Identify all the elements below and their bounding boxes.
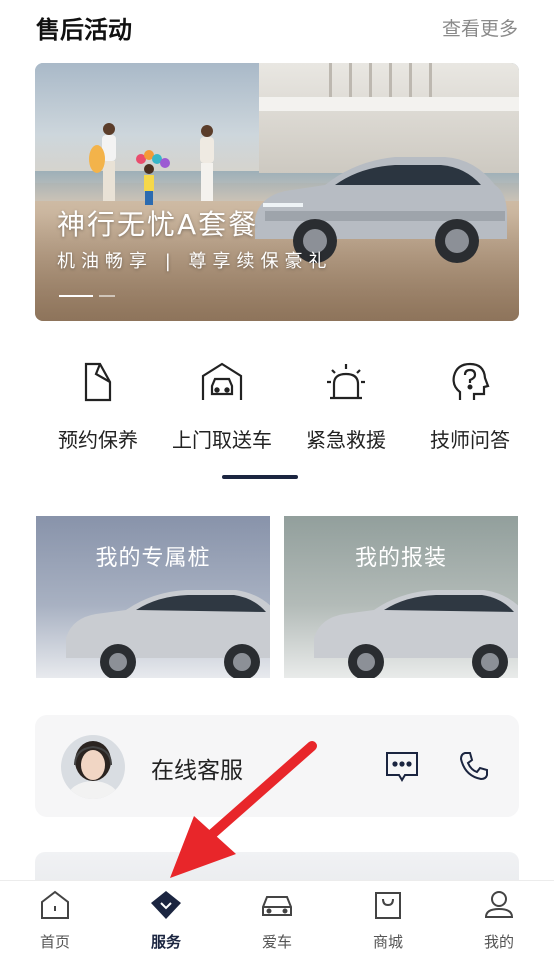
service-label: 上门取送车 [172,428,272,452]
banner-subline: 机油畅享 | 尊享续保豪礼 [57,251,333,272]
nav-car[interactable]: 爱车 [222,889,332,952]
service-label: 预约保养 [58,428,138,452]
garage-car-icon [201,362,243,400]
nav-home[interactable]: 首页 [0,889,110,952]
card-car-image [314,590,518,678]
chat-icon[interactable] [385,751,419,783]
service-label: 技师问答 [430,428,510,452]
nav-label: 商城 [372,933,403,951]
promo-banner[interactable]: 神行无忧A套餐 机油畅享 | 尊享续保豪礼 [35,63,519,321]
service-technician-qa[interactable]: 技师问答 [408,360,532,460]
nav-label: 我的 [483,933,514,951]
bottom-nav: 首页 服务 爱车 商城 我的 [0,880,554,953]
section-header: 售后活动 查看更多 [0,0,554,56]
service-label: 紧急救援 [306,428,386,452]
maintenance-doc-icon [84,362,112,402]
card-label: 我的专属桩 [95,546,211,571]
online-service-card[interactable]: 在线客服 [35,715,519,817]
card-charging-pile[interactable]: 我的专属桩 [36,516,270,678]
online-service-label: 在线客服 [151,758,243,784]
service-rescue[interactable]: 紧急救援 [284,360,408,460]
nav-mall[interactable]: 商城 [333,889,443,952]
card-label: 我的报装 [354,546,447,571]
quick-services: 预约保养 上门取送车 紧急救援 技师问答 [0,350,554,480]
service-maintenance[interactable]: 预约保养 [36,360,160,460]
service-diamond-icon [151,891,181,919]
question-head-icon [452,362,490,400]
home-icon [41,890,69,919]
shopping-bag-icon [375,892,401,919]
banner-headline: 神行无忧A套餐 [57,208,259,241]
card-car-image [66,590,270,678]
profile-icon [484,891,514,918]
agent-avatar [61,735,125,799]
siren-icon [327,364,365,400]
card-installation[interactable]: 我的报装 [284,516,518,678]
nav-label: 爱车 [261,933,292,951]
nav-label: 首页 [39,933,70,951]
nav-label: 服务 [150,933,181,951]
car-icon [262,896,292,916]
nav-service[interactable]: 服务 [111,889,221,952]
view-more-link[interactable]: 查看更多 [442,14,518,41]
nav-profile[interactable]: 我的 [444,889,554,952]
scroll-indicator [222,475,298,479]
service-pickup[interactable]: 上门取送车 [160,360,284,460]
section-title: 售后活动 [36,16,132,44]
carousel-indicator [59,295,129,298]
phone-icon[interactable] [459,751,489,781]
